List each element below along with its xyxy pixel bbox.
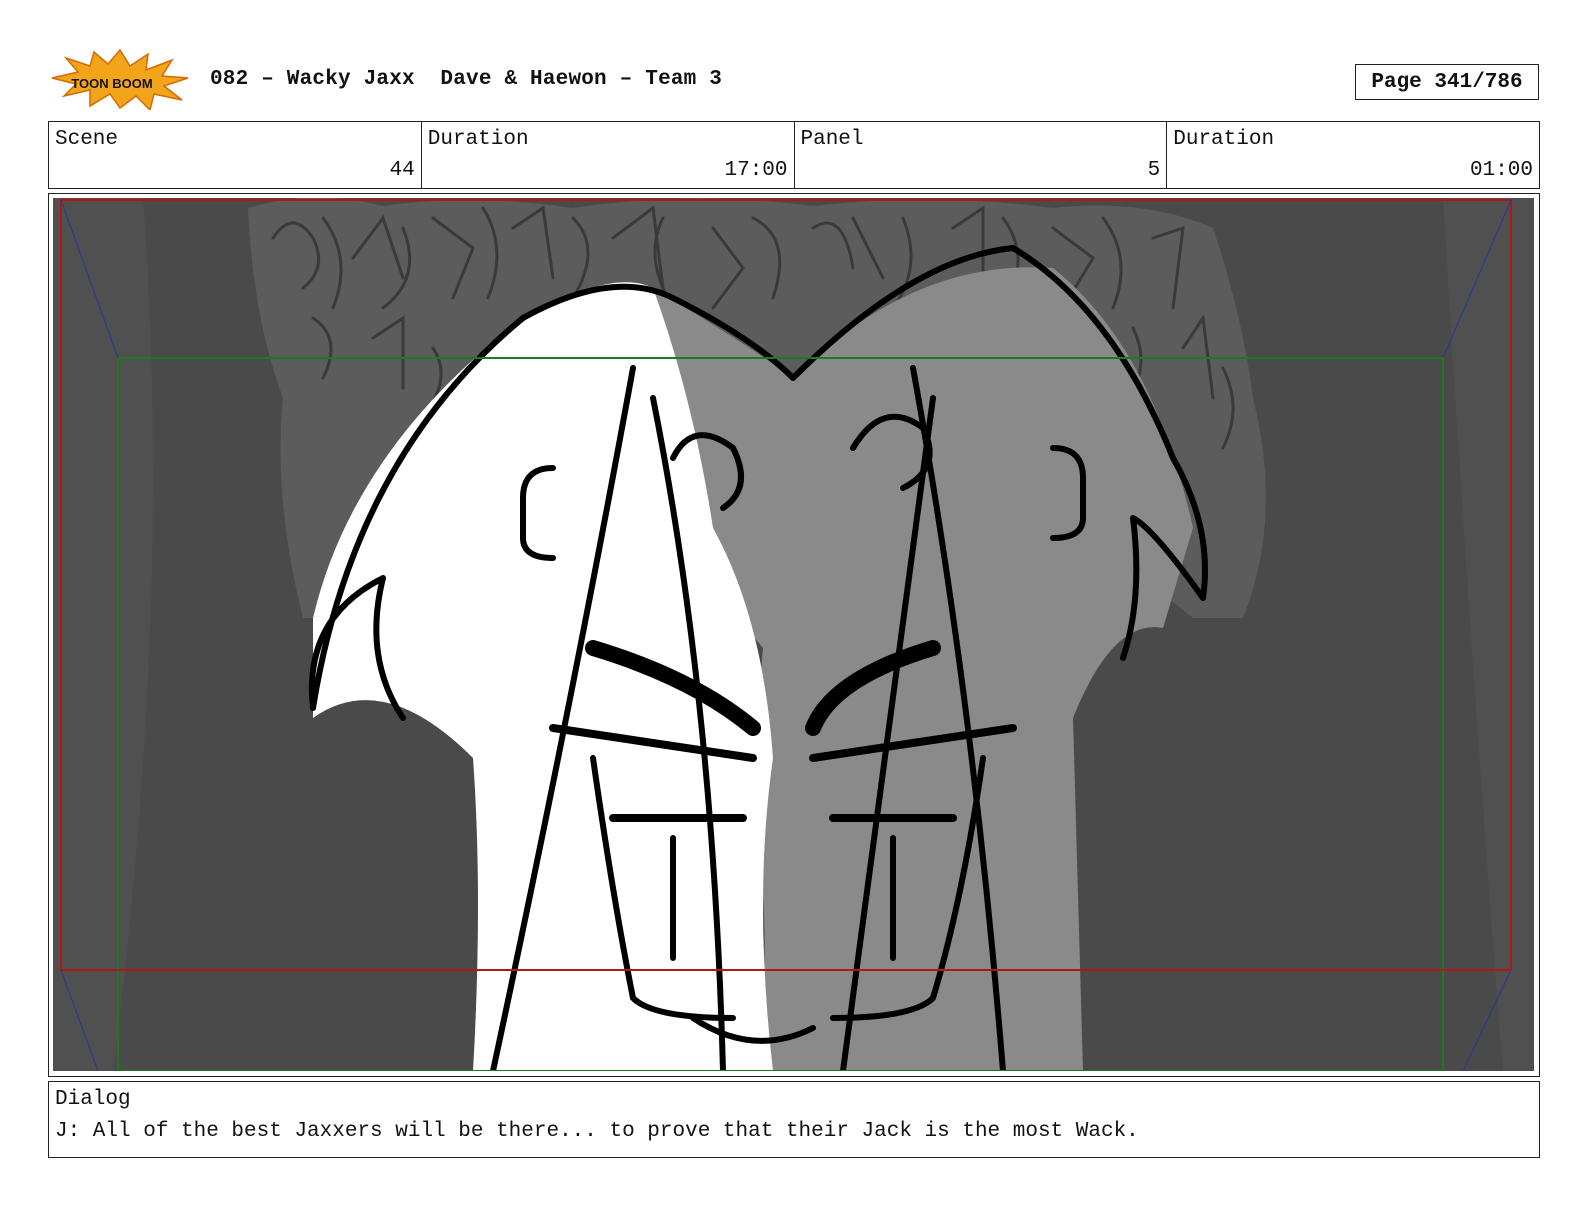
- scene-duration-value: 17:00: [724, 159, 788, 182]
- panel-frame: [48, 193, 1540, 1077]
- dialog-text: J: All of the best Jaxxers will be there…: [55, 1120, 1139, 1143]
- scene-cell: Scene 44: [49, 122, 422, 188]
- panel-cell: Panel 5: [795, 122, 1168, 188]
- panel-duration-label: Duration: [1173, 128, 1275, 151]
- panel-duration-cell: Duration 01:00: [1167, 122, 1539, 188]
- panel-duration-value: 01:00: [1469, 159, 1533, 182]
- storyboard-panel: [53, 198, 1534, 1071]
- scene-value: 44: [389, 159, 415, 182]
- dialog-box: Dialog J: All of the best Jaxxers will b…: [48, 1081, 1540, 1158]
- scene-duration-label: Duration: [427, 128, 529, 151]
- logo-text: TOON BOOM: [71, 76, 152, 91]
- panel-label: Panel: [800, 128, 864, 151]
- toon-boom-logo: TOON BOOM: [51, 48, 189, 110]
- storyboard-sketch-image: [53, 198, 1534, 1071]
- scene-duration-cell: Duration 17:00: [422, 122, 795, 188]
- document-title: 082 – Wacky Jaxx Dave & Haewon – Team 3: [210, 68, 723, 91]
- panel-value: 5: [1147, 159, 1161, 182]
- scene-info-row: Scene 44 Duration 17:00 Panel 5 Duration…: [48, 121, 1540, 189]
- scene-label: Scene: [55, 128, 119, 151]
- page-indicator: Page 341/786: [1355, 64, 1539, 100]
- dialog-label: Dialog: [55, 1088, 131, 1111]
